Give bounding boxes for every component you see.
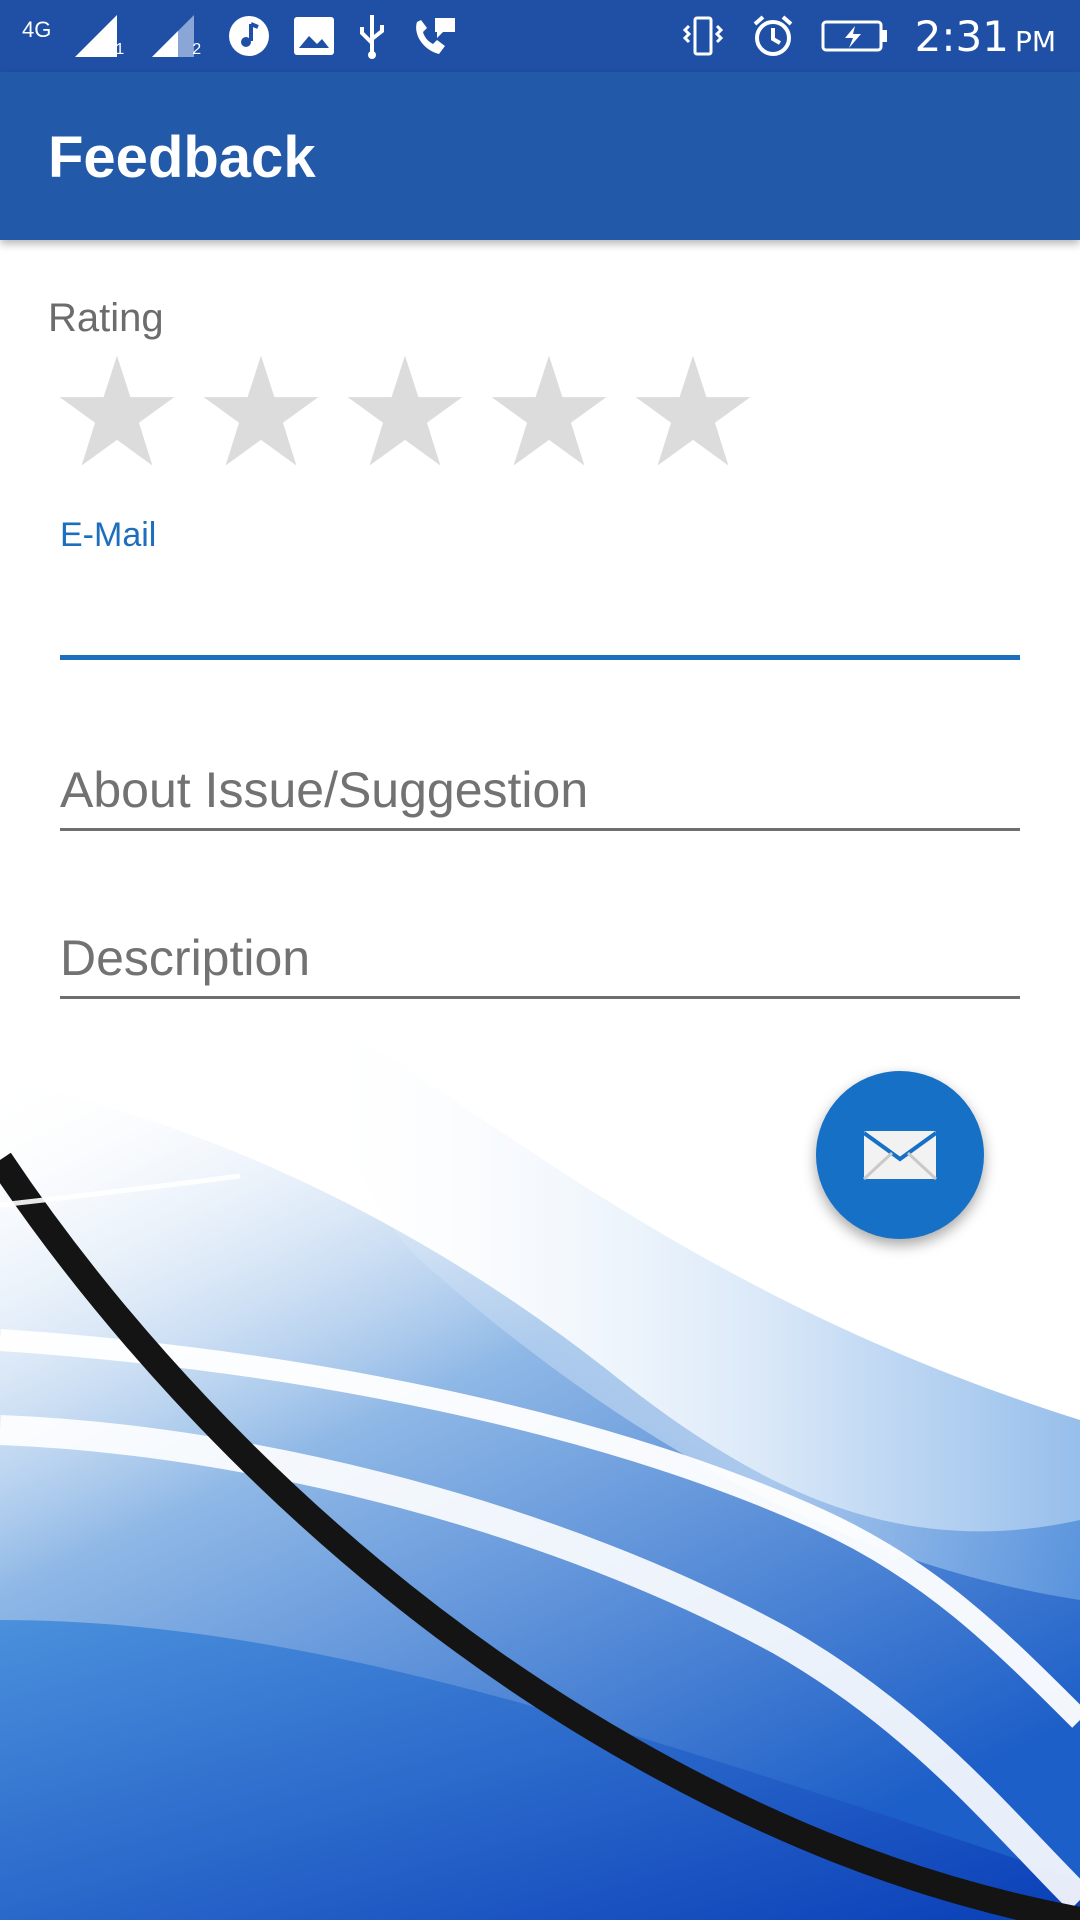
network-type-label: 4G [22, 17, 52, 42]
rating-bar[interactable] [56, 352, 754, 474]
email-underline [60, 655, 1020, 660]
app-bar: Feedback [0, 72, 1080, 240]
music-icon [227, 14, 271, 58]
alarm-icon [751, 14, 795, 58]
send-feedback-button[interactable] [816, 1071, 984, 1239]
about-input[interactable] [60, 752, 1020, 828]
battery-charging-icon [821, 18, 889, 54]
description-input[interactable] [60, 920, 1020, 996]
star-icon[interactable] [488, 352, 610, 474]
mail-icon [862, 1129, 938, 1181]
sim2-label: 2 [192, 41, 202, 58]
page-title: Feedback [48, 125, 316, 190]
signal-sim2-icon: 2 [150, 13, 205, 59]
clock-ampm: PM [1014, 24, 1056, 58]
star-icon[interactable] [56, 352, 178, 474]
description-field [60, 920, 1020, 999]
vibrate-icon [681, 14, 725, 58]
network-type-icon: 4G [22, 19, 51, 47]
signal-sim1-icon: 1 [73, 13, 128, 59]
star-icon[interactable] [632, 352, 754, 474]
email-field: E-Mail [60, 516, 1020, 660]
email-label: E-Mail [60, 516, 157, 554]
star-icon[interactable] [200, 352, 322, 474]
rating-label: Rating [48, 296, 164, 340]
sim1-label: 1 [115, 41, 125, 58]
clock-time: 2:31 [914, 11, 1009, 61]
description-underline [60, 996, 1020, 999]
status-bar: 4G 1 2 2:31 PM [0, 0, 1080, 72]
email-input[interactable] [60, 555, 1020, 655]
usb-icon [357, 13, 387, 59]
image-icon [293, 16, 335, 56]
star-icon[interactable] [344, 352, 466, 474]
clock: 2:31 PM [915, 12, 1056, 61]
call-icon [409, 14, 457, 58]
about-underline [60, 828, 1020, 831]
about-field [60, 752, 1020, 831]
